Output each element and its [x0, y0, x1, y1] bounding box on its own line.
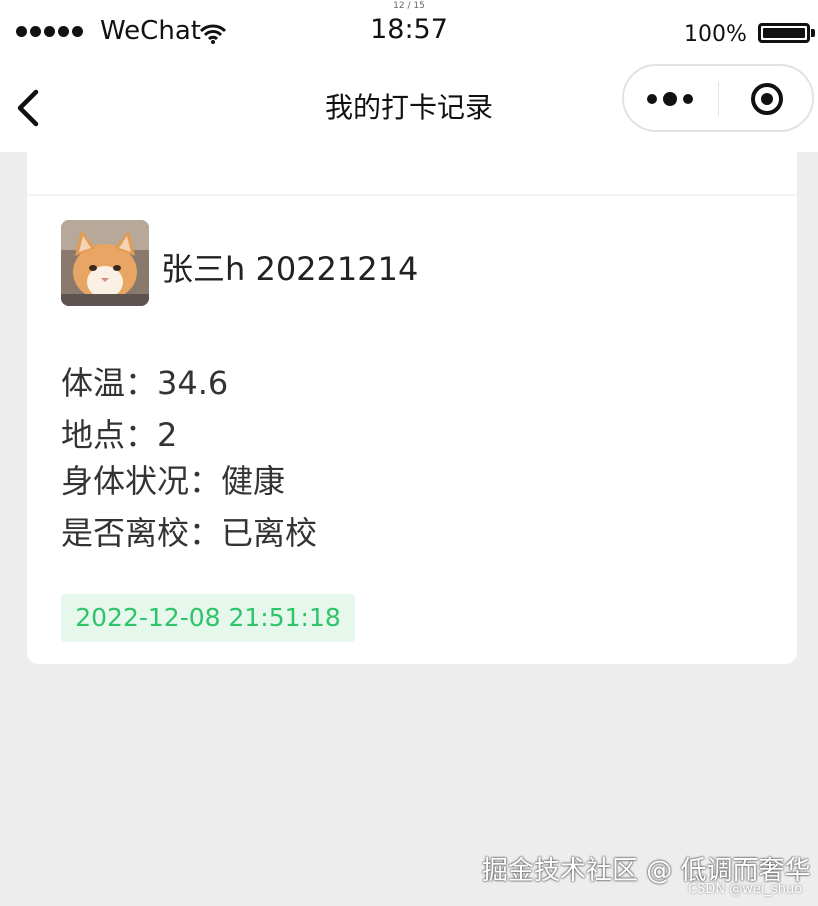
avatar — [61, 220, 149, 306]
nav-bar: 我的打卡记录 — [0, 64, 818, 152]
page-counter: 12 / 15 — [393, 1, 425, 11]
close-circle-icon[interactable] — [750, 82, 784, 116]
watermark-sub: CSDN @wei_shuo — [688, 882, 803, 897]
battery-percent: 100% — [684, 22, 747, 47]
record-card: 张三h 20221214 体温：34.6 地点：2 身体状况：健康 是否离校：已… — [27, 152, 797, 664]
checkin-time-badge: 2022-12-08 21:51:18 — [61, 594, 355, 642]
battery-icon — [758, 23, 810, 43]
health-status-field: 身体状况：健康 — [61, 462, 286, 500]
status-bar: 12 / 15 WeChat 18:57 100% — [0, 0, 818, 64]
user-name: 张三h 20221214 — [161, 250, 419, 288]
card-header-strip — [27, 152, 797, 196]
mini-program-capsule — [622, 64, 814, 132]
temperature-field: 体温：34.6 — [61, 364, 229, 402]
more-dots-icon[interactable] — [646, 91, 698, 107]
location-field: 地点：2 — [61, 416, 178, 454]
battery-tip — [811, 29, 815, 37]
left-school-field: 是否离校：已离校 — [61, 514, 318, 552]
capsule-divider — [718, 82, 719, 116]
